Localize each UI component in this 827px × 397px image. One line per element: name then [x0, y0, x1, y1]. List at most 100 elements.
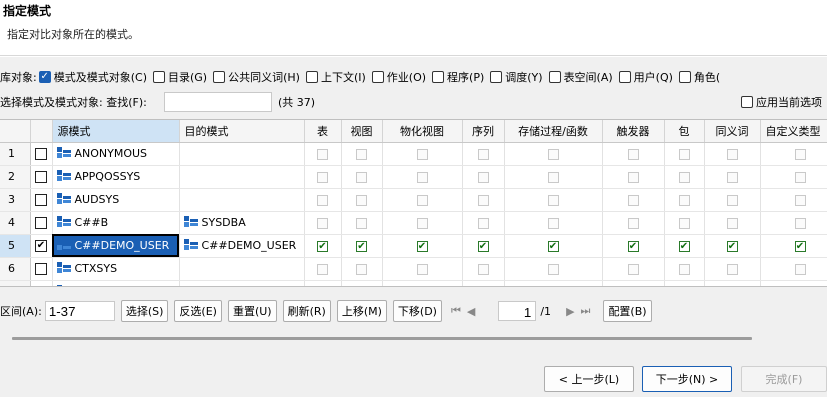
target-schema-cell[interactable]	[179, 165, 305, 189]
checkbox-icon[interactable]	[727, 287, 738, 288]
filter-option-schema[interactable]: ✓ 模式及模式对象(C)	[38, 69, 147, 85]
target-schema-cell[interactable]	[179, 142, 305, 166]
object-type-cell[interactable]	[304, 142, 342, 166]
checkbox-icon[interactable]	[547, 148, 559, 160]
checkbox-icon[interactable]: ✔	[416, 240, 428, 252]
reset-button[interactable]: 重置(U)	[227, 300, 277, 322]
table-row[interactable]: 2 APPQOSSYS	[0, 165, 827, 189]
checkbox-icon[interactable]	[794, 217, 806, 229]
checkbox-icon[interactable]	[547, 171, 559, 183]
checkbox-icon[interactable]	[356, 148, 367, 160]
header-target-schema[interactable]: 目的模式	[179, 120, 305, 143]
checkbox-icon[interactable]: ✔	[317, 240, 328, 252]
object-type-cell[interactable]	[462, 211, 505, 235]
object-type-cell[interactable]	[760, 142, 827, 166]
checkbox-icon[interactable]: ✔	[547, 240, 559, 252]
object-type-cell[interactable]	[341, 142, 383, 166]
row-checkbox-cell[interactable]: ✔	[30, 234, 53, 258]
object-type-cell[interactable]	[504, 165, 603, 189]
checkbox-icon[interactable]	[678, 171, 690, 183]
object-type-cell[interactable]	[704, 188, 761, 212]
checkbox-icon[interactable]: ✔	[35, 240, 47, 252]
object-type-cell[interactable]	[760, 257, 827, 281]
table-row[interactable]: 5 ✔ C##DEMO_USER C##DEMO_USER ✔ ✔ ✔ ✔ ✔ ✔ ✔ ✔ ✔	[0, 234, 827, 258]
object-type-cell[interactable]	[341, 188, 383, 212]
target-schema-cell[interactable]	[179, 188, 305, 212]
row-checkbox-cell[interactable]	[30, 188, 53, 212]
object-type-cell[interactable]	[462, 188, 505, 212]
object-type-cell[interactable]	[504, 280, 603, 286]
header-materialized-view[interactable]: 物化视图	[382, 120, 463, 143]
checkbox-icon[interactable]	[317, 287, 328, 288]
object-type-cell[interactable]	[760, 165, 827, 189]
object-type-cell[interactable]	[462, 257, 505, 281]
object-type-cell[interactable]	[760, 188, 827, 212]
row-checkbox-cell[interactable]	[30, 257, 53, 281]
object-type-cell[interactable]: ✔	[382, 234, 463, 258]
filter-option-tablespace[interactable]: 表空间(A)	[548, 69, 613, 85]
object-type-cell[interactable]	[602, 211, 665, 235]
object-type-cell[interactable]	[704, 257, 761, 281]
last-page-icon[interactable]: ⏭	[581, 304, 591, 318]
object-type-cell[interactable]: ✔	[760, 234, 827, 258]
object-type-cell[interactable]	[704, 142, 761, 166]
object-type-cell[interactable]	[504, 188, 603, 212]
checkbox-icon[interactable]: ✔	[678, 240, 690, 252]
object-type-cell[interactable]	[341, 257, 383, 281]
checkbox-icon[interactable]	[794, 263, 806, 275]
checkbox-icon[interactable]: ✔	[726, 240, 738, 252]
checkbox-icon[interactable]	[627, 148, 639, 160]
checkbox-icon[interactable]	[478, 287, 489, 288]
checkbox-icon[interactable]	[678, 194, 690, 206]
object-type-cell[interactable]	[704, 280, 761, 288]
checkbox-icon[interactable]	[356, 217, 367, 229]
object-type-cell[interactable]	[504, 211, 603, 235]
config-button[interactable]: 配置(B)	[603, 300, 652, 322]
checkbox-icon[interactable]	[477, 217, 489, 229]
object-type-cell[interactable]	[602, 188, 665, 212]
checkbox-icon[interactable]	[678, 148, 690, 160]
object-type-cell[interactable]	[602, 280, 665, 286]
table-row[interactable]: 7 DBSFWUSER	[0, 280, 827, 288]
object-type-cell[interactable]	[704, 165, 761, 189]
filter-option-role[interactable]: 角色(	[678, 69, 720, 85]
checkbox-icon[interactable]	[35, 286, 47, 287]
header-trigger[interactable]: 触发器	[602, 120, 665, 143]
object-type-cell[interactable]	[664, 211, 705, 235]
checkbox-icon[interactable]: ✔	[794, 240, 806, 252]
checkbox-icon[interactable]: ✔	[477, 240, 489, 252]
filter-option-user[interactable]: 用户(Q)	[618, 69, 673, 85]
next-button[interactable]: 下一步(N) >	[642, 366, 732, 392]
object-type-cell[interactable]	[304, 188, 342, 212]
object-type-cell[interactable]	[664, 257, 705, 281]
target-schema-cell[interactable]	[179, 280, 305, 286]
checkbox-icon[interactable]	[356, 194, 367, 206]
first-page-icon[interactable]: ⏮	[451, 304, 461, 318]
object-type-cell[interactable]	[341, 211, 383, 235]
object-type-cell[interactable]	[664, 142, 705, 166]
checkbox-icon[interactable]	[317, 148, 328, 160]
checkbox-icon[interactable]	[678, 71, 691, 83]
header-synonym[interactable]: 同义词	[704, 120, 761, 143]
search-input[interactable]	[164, 92, 272, 112]
checkbox-icon[interactable]	[627, 263, 639, 275]
object-type-cell[interactable]: ✔	[462, 234, 505, 258]
filter-option-job[interactable]: 作业(O)	[371, 69, 426, 85]
move-down-button[interactable]: 下移(D)	[392, 300, 442, 322]
target-schema-cell[interactable]: SYSDBA	[179, 211, 305, 235]
checkbox-icon[interactable]: ✓	[38, 71, 51, 83]
checkbox-icon[interactable]	[726, 194, 738, 206]
filter-option-schedule[interactable]: 调度(Y)	[490, 69, 543, 85]
checkbox-icon[interactable]	[618, 71, 631, 83]
checkbox-icon[interactable]	[726, 217, 738, 229]
checkbox-icon[interactable]	[416, 171, 428, 183]
object-type-cell[interactable]	[341, 165, 383, 189]
checkbox-icon[interactable]	[35, 194, 47, 206]
object-type-cell[interactable]	[382, 211, 463, 235]
object-type-cell[interactable]	[382, 142, 463, 166]
row-checkbox-cell[interactable]	[30, 142, 53, 166]
header-custom-type[interactable]: 自定义类型	[760, 120, 827, 143]
object-type-cell[interactable]	[664, 165, 705, 189]
object-type-cell[interactable]	[382, 188, 463, 212]
checkbox-icon[interactable]	[317, 194, 328, 206]
